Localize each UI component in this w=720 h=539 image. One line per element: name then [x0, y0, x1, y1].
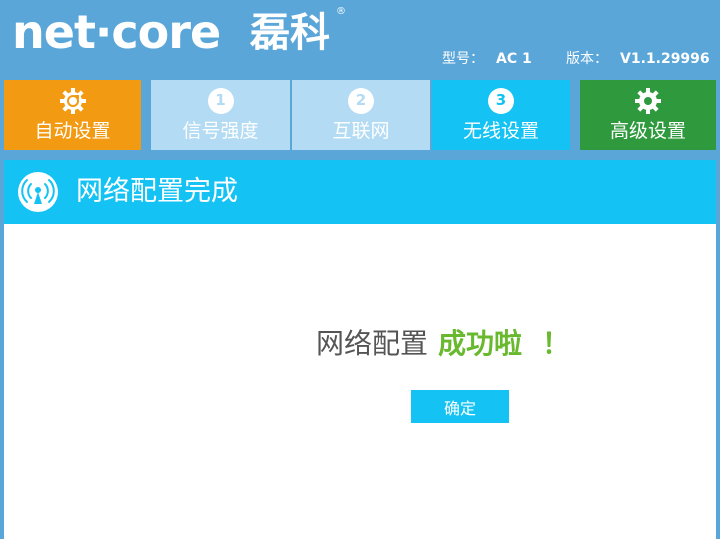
version-label: 版本： — [566, 51, 608, 67]
content-panel: 网络配置完成 网络配置 成功啦 ！ 确定 — [4, 160, 716, 539]
step-2-icon: 2 — [348, 88, 374, 114]
netcore-logo-cn: 磊科 — [250, 10, 330, 56]
version-info: 版本： V1.1.29996 — [566, 48, 710, 68]
tab-wireless-settings[interactable]: 3 无线设置 — [432, 80, 570, 150]
model-value: AC 1 — [496, 51, 532, 67]
wifi-antenna-icon — [18, 172, 58, 212]
tab-internet-label: 互联网 — [332, 120, 390, 142]
gear-refresh-icon — [59, 88, 86, 114]
tab-signal-strength-label: 信号强度 — [182, 120, 259, 142]
tab-auto-setup[interactable]: 自动设置 — [4, 80, 141, 150]
success-message: 网络配置 成功啦 ！ — [316, 324, 570, 364]
tab-advanced-settings[interactable]: 高级设置 — [580, 80, 716, 150]
tab-wireless-settings-label: 无线设置 — [462, 120, 539, 142]
tab-internet[interactable]: 2 互联网 — [292, 80, 430, 150]
registered-mark: ® — [336, 6, 346, 17]
tab-advanced-settings-label: 高级设置 — [609, 120, 686, 142]
header: net·core 磊科 ® 型号： AC 1 版本： V1.1.29996 — [0, 0, 720, 78]
confirm-button[interactable]: 确定 — [411, 390, 509, 423]
step-3-icon: 3 — [488, 88, 514, 114]
panel-title: 网络配置完成 — [76, 176, 238, 207]
model-label: 型号： — [442, 51, 484, 67]
tab-auto-setup-label: 自动设置 — [34, 120, 111, 142]
gear-icon — [635, 88, 661, 114]
model-info: 型号： AC 1 — [442, 48, 532, 68]
nav-tabs: 自动设置 1 信号强度 2 互联网 3 无线设置 高级设置 — [0, 78, 720, 151]
success-message-emphasis: 成功啦 — [438, 327, 523, 360]
netcore-logo: net·core — [12, 5, 221, 59]
step-1-icon: 1 — [207, 88, 234, 114]
success-message-prefix: 网络配置 — [316, 327, 429, 360]
panel-header: 网络配置完成 — [4, 160, 716, 224]
version-value: V1.1.29996 — [620, 51, 710, 67]
tab-signal-strength[interactable]: 1 信号强度 — [151, 80, 290, 150]
success-message-bang: ！ — [542, 327, 571, 360]
